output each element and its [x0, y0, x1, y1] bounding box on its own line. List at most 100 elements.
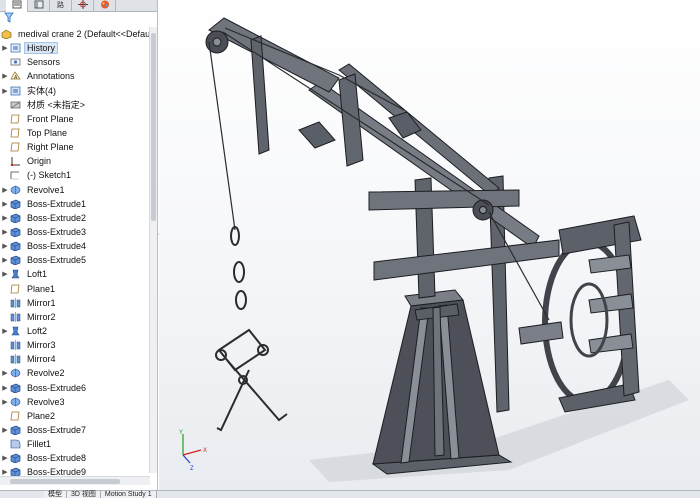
tree-item-label: Plane1 [27, 283, 56, 294]
tree-item[interactable]: Fillet1 [0, 437, 150, 451]
tree-item[interactable]: Origin [0, 154, 150, 168]
tree-item[interactable]: Plane1 [0, 282, 150, 296]
tree-item[interactable]: 材质 <未指定> [0, 98, 150, 112]
tree-item[interactable]: ▶ Boss-Extrude2 [0, 211, 150, 225]
plane-icon [10, 128, 21, 138]
tab-feature-manager[interactable] [6, 0, 28, 12]
expand-arrow-icon[interactable]: ▶ [0, 44, 10, 52]
tree-item[interactable]: ▶ Revolve1 [0, 183, 150, 197]
tree-item[interactable]: Front Plane [0, 112, 150, 126]
tree-item[interactable]: (-) Sketch1 [0, 168, 150, 182]
solid-bodies-icon [10, 86, 21, 96]
tree-item-label: Fillet1 [27, 439, 52, 450]
loft-icon [10, 269, 21, 279]
feature-manager-icon [12, 0, 21, 9]
tree-item-label: Mirror4 [27, 354, 56, 365]
tree-item[interactable]: ▶ Boss-Extrude6 [0, 381, 150, 395]
tree-vertical-scrollbar[interactable] [149, 27, 157, 473]
tree-item[interactable]: ▶ 实体(4) [0, 84, 150, 98]
bottom-tab[interactable]: 3D 视图 [67, 491, 101, 498]
expand-arrow-icon[interactable]: ▶ [0, 228, 10, 236]
sketch-icon [10, 170, 21, 180]
tree-item-label: Boss-Extrude4 [27, 241, 87, 252]
expand-arrow-icon[interactable]: ▶ [0, 398, 10, 406]
tree-item[interactable]: ▶ Boss-Extrude4 [0, 239, 150, 253]
tree-item[interactable]: Sensors [0, 55, 150, 69]
tree-root-label: medival crane 2 (Default<<Default [18, 29, 155, 40]
tree-item[interactable]: ▶ A Annotations [0, 69, 150, 83]
plane-icon [10, 411, 21, 421]
expand-arrow-icon[interactable]: ▶ [0, 426, 10, 434]
tree-item-label: Boss-Extrude5 [27, 255, 87, 266]
tree-horizontal-scrollbar[interactable] [0, 476, 150, 485]
expand-arrow-icon[interactable]: ▶ [0, 256, 10, 264]
expand-arrow-icon[interactable]: ▶ [0, 454, 10, 462]
expand-arrow-icon[interactable]: ▶ [0, 369, 10, 377]
extrude-icon [10, 383, 21, 393]
tab-configuration-manager[interactable]: 路 [50, 0, 72, 12]
expand-arrow-icon[interactable]: ▶ [0, 384, 10, 392]
extrude-icon [10, 227, 21, 238]
expand-arrow-icon[interactable]: ▶ [0, 270, 10, 278]
tree-item-label: Mirror1 [27, 297, 56, 308]
scrollbar-thumb[interactable] [151, 33, 156, 221]
tree-item[interactable]: ▶ Boss-Extrude1 [0, 197, 150, 211]
tree-item-label: Loft2 [27, 326, 48, 337]
tree-item-label: Annotations [27, 71, 75, 82]
annotations-icon: A [10, 71, 21, 81]
bottom-tab[interactable]: Motion Study 1 [100, 491, 157, 498]
tree-item[interactable]: Mirror1 [0, 296, 150, 310]
mirror-icon [10, 312, 21, 322]
tree-item[interactable]: ▶ Boss-Extrude5 [0, 253, 150, 267]
tree-item-label: Mirror2 [27, 311, 56, 322]
tab-property-manager[interactable] [28, 0, 50, 12]
expand-arrow-icon[interactable]: ▶ [0, 242, 10, 250]
tree-item[interactable]: ▶ Revolve2 [0, 366, 150, 380]
tree-root[interactable]: medival crane 2 (Default<<Default [0, 27, 155, 41]
tree-item-label: Boss-Extrude2 [27, 212, 87, 223]
svg-text:Y: Y [179, 430, 183, 436]
tree-item[interactable]: ▶ Loft1 [0, 267, 150, 281]
tree-item[interactable]: Top Plane [0, 126, 150, 140]
expand-arrow-icon[interactable]: ▶ [0, 200, 10, 208]
tree-item-label: Loft1 [27, 269, 48, 280]
filter-icon[interactable] [4, 12, 14, 23]
tree-item[interactable]: ▶ Boss-Extrude7 [0, 423, 150, 437]
extrude-icon [10, 199, 21, 209]
graphics-viewport[interactable]: Y X Z [159, 0, 700, 490]
tree-item[interactable]: Mirror3 [0, 338, 150, 352]
tree-item[interactable]: Plane2 [0, 409, 150, 423]
tree-item[interactable]: Mirror4 [0, 352, 150, 366]
extrude-icon [10, 213, 21, 223]
tree-item[interactable]: ▶ Boss-Extrude3 [0, 225, 150, 239]
extrude-icon [10, 241, 21, 252]
tree-item[interactable]: ▶ History [0, 41, 150, 55]
bottom-tab[interactable]: 模型 [44, 491, 67, 498]
tree-item-label: Boss-Extrude1 [27, 198, 87, 209]
tree-item-label: (-) Sketch1 [27, 170, 72, 181]
expand-arrow-icon[interactable]: ▶ [0, 186, 10, 194]
expand-arrow-icon[interactable]: ▶ [0, 72, 10, 80]
hook-assembly [215, 226, 288, 432]
tree-item-label: Revolve3 [27, 396, 65, 407]
tree-item[interactable]: Mirror2 [0, 310, 150, 324]
panel-tabs: 路 [0, 0, 157, 12]
tab-display-manager[interactable] [94, 0, 116, 12]
feature-tree: medival crane 2 (Default<<Default ▶ Histo… [0, 27, 155, 480]
tree-item[interactable]: Right Plane [0, 140, 150, 154]
tree-item-label: Revolve1 [27, 184, 65, 195]
extrude-icon [10, 453, 21, 464]
crane-model: Y X Z [179, 17, 689, 482]
axis-triad: Y X Z [179, 430, 207, 472]
expand-arrow-icon[interactable]: ▶ [0, 87, 10, 95]
tree-item[interactable]: ▶ Revolve3 [0, 395, 150, 409]
tree-item-label: 实体(4) [27, 86, 56, 97]
expand-arrow-icon[interactable]: ▶ [0, 327, 10, 335]
tab-dimxpert[interactable] [72, 0, 94, 12]
tree-item-label: Right Plane [27, 142, 74, 153]
scrollbar-thumb[interactable] [10, 479, 120, 484]
expand-arrow-icon[interactable]: ▶ [0, 214, 10, 222]
tree-item[interactable]: ▶ Loft2 [0, 324, 150, 338]
tree-item-label: 材质 <未指定> [27, 100, 86, 111]
tree-item[interactable]: ▶ Boss-Extrude8 [0, 451, 150, 465]
